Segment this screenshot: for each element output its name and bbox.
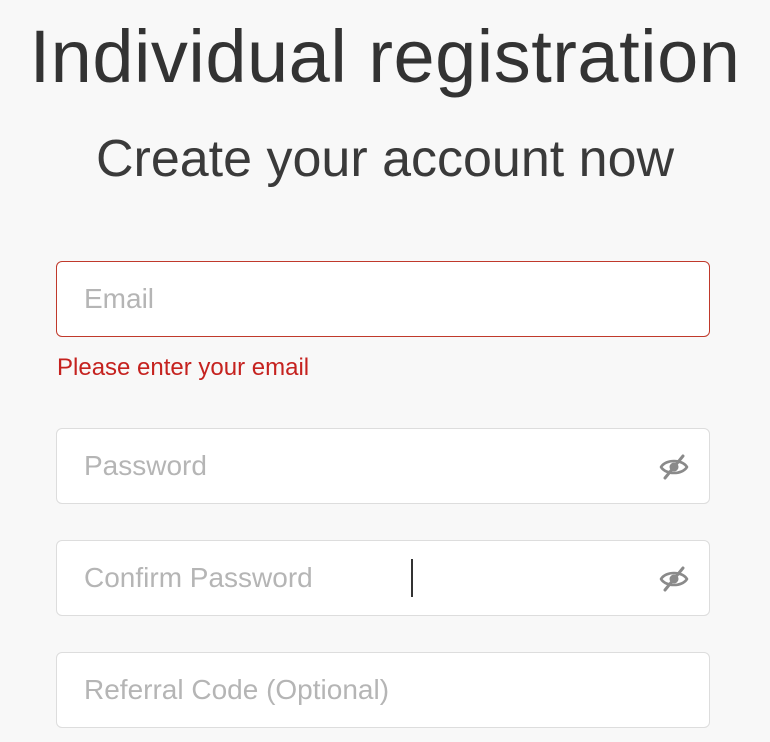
page-subtitle: Create your account now [95,130,675,188]
email-field[interactable] [57,262,709,336]
text-caret [411,559,413,597]
page-title: Individual registration [29,15,741,98]
eye-slash-icon[interactable] [657,562,691,596]
eye-slash-icon[interactable] [657,450,691,484]
confirm-password-field[interactable] [57,541,709,615]
email-field-container [56,261,710,337]
confirm-password-field-container [56,540,710,616]
password-field-container [56,428,710,504]
referral-code-field-container [56,652,710,728]
referral-code-field[interactable] [57,653,709,727]
password-field[interactable] [57,429,709,503]
email-error-message: Please enter your email [57,354,310,381]
